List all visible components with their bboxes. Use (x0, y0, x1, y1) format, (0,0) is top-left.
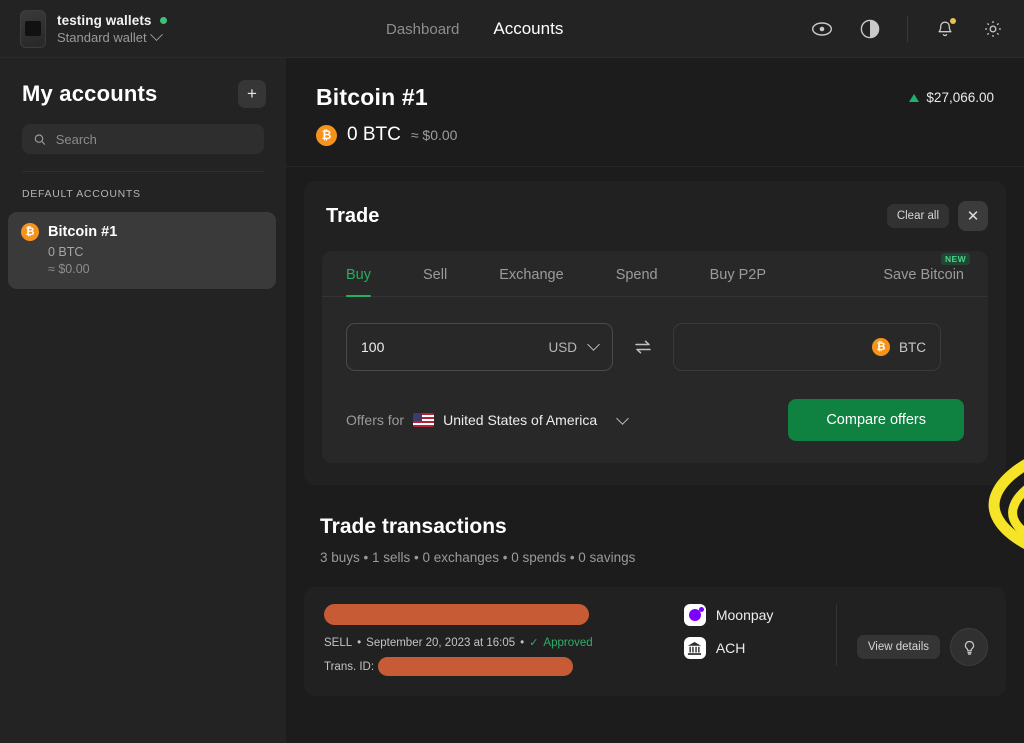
crypto-currency-label: BTC (899, 339, 926, 355)
meta-separator: • (357, 636, 362, 649)
nav-item-dashboard[interactable]: Dashboard (386, 21, 459, 38)
trend-up-icon (909, 93, 920, 102)
chevron-down-icon (149, 27, 163, 41)
transaction-date: September 20, 2023 at 16:05 (366, 636, 516, 649)
row-divider (835, 604, 837, 666)
transaction-meta: SELL • September 20, 2023 at 16:05 • ✓ A… (324, 636, 664, 650)
view-details-button[interactable]: View details (856, 635, 940, 659)
page-title: Bitcoin #1 (316, 84, 428, 110)
country-selector[interactable]: Offers for United States of America (346, 411, 630, 428)
balance-amount: 0 BTC (347, 124, 401, 145)
transactions-title: Trade transactions (320, 515, 507, 538)
close-icon[interactable]: ✕ (958, 201, 988, 231)
account-fiat-value: ≈ $0.00 (48, 262, 90, 276)
chevron-down-icon[interactable] (587, 338, 600, 351)
eye-icon[interactable] (809, 16, 835, 42)
wallet-name: testing wallets (57, 12, 152, 28)
trade-tabs-card: Buy Sell Exchange Spend Buy P2P Save Bit… (322, 251, 988, 463)
toolbar-divider (907, 16, 908, 42)
country-label: United States of America (443, 412, 598, 428)
clear-all-button[interactable]: Clear all (886, 204, 949, 228)
main-nav: Dashboard Accounts (386, 0, 563, 58)
price-value: $27,066.00 (926, 90, 994, 105)
tab-sell[interactable]: Sell (423, 251, 447, 296)
balance-fiat: ≈ $0.00 (410, 127, 458, 143)
provider-row: Moonpay (683, 604, 816, 626)
trade-amount-row: 100 USD ₿ BTC (322, 297, 988, 371)
trade-title: Trade (326, 204, 380, 227)
account-header: Bitcoin #1 ₿ 0 BTC ≈ $0.00 $27,066.00 (286, 58, 1024, 167)
tab-save-bitcoin[interactable]: Save Bitcoin NEW (883, 251, 970, 296)
fiat-amount-value: 100 (361, 339, 385, 355)
trade-transactions-section: Trade transactions 3 buys • 1 sells • 0 … (286, 485, 1024, 565)
contrast-icon[interactable] (857, 16, 883, 42)
top-bar-icons (809, 0, 1006, 58)
price-ticker: $27,066.00 (909, 90, 994, 105)
sidebar-item-bitcoin-1[interactable]: ₿ Bitcoin #1 0 BTC ≈ $0.00 (8, 212, 276, 289)
lightbulb-help-icon[interactable] (950, 628, 988, 666)
moonpay-icon (683, 604, 706, 626)
fiat-amount-input[interactable]: 100 USD (346, 323, 613, 371)
payment-method-name: ACH (715, 640, 746, 656)
gear-icon[interactable] (980, 16, 1006, 42)
main-content: Bitcoin #1 ₿ 0 BTC ≈ $0.00 $27,066.00 Tr… (286, 58, 1024, 743)
sidebar-section-label: DEFAULT ACCOUNTS (22, 188, 141, 200)
add-account-button[interactable]: + (238, 80, 266, 108)
tab-buy[interactable]: Buy (346, 251, 371, 297)
trade-panel: Trade Clear all ✕ Buy Sell Exchange Spen… (304, 181, 1006, 485)
bank-icon (683, 637, 706, 659)
offers-row: Offers for United States of America Comp… (322, 371, 988, 441)
search-icon (34, 133, 46, 145)
offers-for-label: Offers for (346, 412, 405, 428)
body-container: My accounts + DEFAULT ACCOUNTS ₿ Bitcoin… (0, 58, 1024, 743)
swap-icon[interactable] (629, 333, 657, 361)
bitcoin-icon-large: ₿ (316, 124, 337, 146)
crypto-amount-input[interactable]: ₿ BTC (673, 323, 941, 371)
account-amount: 0 BTC (48, 245, 84, 259)
tab-exchange[interactable]: Exchange (499, 251, 564, 296)
search-input[interactable] (55, 131, 252, 147)
tab-buy-p2p[interactable]: Buy P2P (710, 251, 766, 296)
transaction-type: SELL (324, 636, 353, 649)
top-bar: testing wallets Standard wallet Dashboar… (0, 0, 1024, 58)
meta-separator-2: • (520, 636, 525, 649)
redacted-title-bar (324, 604, 589, 625)
sidebar-title: My accounts (22, 81, 158, 106)
hardware-device-icon (20, 9, 46, 48)
provider-name: Moonpay (715, 607, 774, 623)
nav-item-accounts[interactable]: Accounts (493, 19, 563, 39)
check-icon: ✓ (529, 637, 539, 649)
app-window: testing wallets Standard wallet Dashboar… (0, 0, 1024, 743)
new-badge: NEW (940, 253, 970, 265)
bell-icon[interactable] (932, 16, 958, 42)
fiat-currency-label: USD (548, 339, 577, 355)
payment-method-row: ACH (683, 637, 816, 659)
tab-save-bitcoin-label: Save Bitcoin (883, 267, 964, 283)
flag-usa-icon (413, 413, 435, 427)
tab-spend[interactable]: Spend (616, 251, 658, 296)
connected-status-dot (159, 16, 167, 24)
wallet-type-label: Standard wallet (57, 29, 147, 45)
search-box[interactable] (22, 124, 264, 154)
sidebar: My accounts + DEFAULT ACCOUNTS ₿ Bitcoin… (0, 58, 286, 743)
bitcoin-icon: ₿ (21, 223, 39, 241)
transactions-summary: 3 buys • 1 sells • 0 exchanges • 0 spend… (320, 550, 636, 565)
status-badge: Approved (543, 636, 593, 649)
wallet-selector[interactable]: testing wallets Standard wallet (0, 9, 286, 48)
transaction-id-label: Trans. ID: (324, 660, 375, 673)
compare-offers-button[interactable]: Compare offers (788, 399, 964, 441)
trade-tabs: Buy Sell Exchange Spend Buy P2P Save Bit… (322, 251, 988, 297)
notification-dot (950, 18, 956, 24)
transaction-id-row: Trans. ID: (324, 657, 664, 676)
table-row[interactable]: SELL • September 20, 2023 at 16:05 • ✓ A… (304, 587, 1006, 696)
bitcoin-icon-small: ₿ (872, 338, 890, 356)
redacted-id-bar (378, 657, 574, 676)
chevron-down-icon[interactable] (616, 411, 630, 425)
account-name: Bitcoin #1 (48, 224, 118, 240)
